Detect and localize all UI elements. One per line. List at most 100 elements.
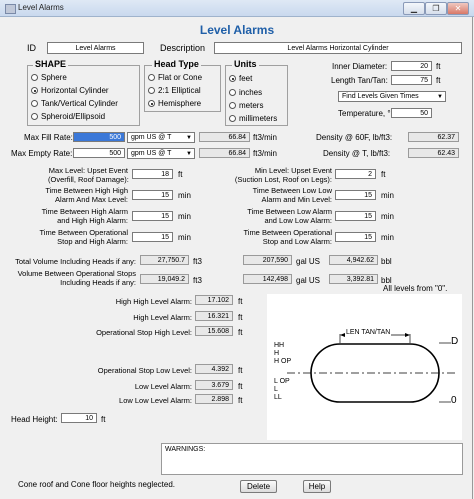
app-icon <box>5 4 16 14</box>
hhl-unit: ft <box>238 297 243 306</box>
total-volume-gal: 207,590 <box>243 255 292 265</box>
density-60-label: Density @ 60F, lb/ft3: <box>316 133 393 142</box>
ll-unit: ft <box>238 382 243 391</box>
units-inches-radio[interactable] <box>229 89 236 96</box>
max-level-input[interactable]: 18 <box>132 169 173 179</box>
lll-label: Low Low Level Alarm: <box>119 396 192 405</box>
max-empty-label: Max Empty Rate: <box>11 149 73 158</box>
description-label: Description <box>160 43 206 53</box>
op-volume-gal-unit: gal US <box>296 276 321 285</box>
shape-option-tank[interactable]: Tank/Vertical Cylinder <box>41 99 118 108</box>
t-h-hh-input[interactable]: 15 <box>132 211 173 221</box>
shape-tank-radio[interactable] <box>31 100 38 107</box>
density-60-value: 62.37 <box>408 132 459 142</box>
shape-option-sphere[interactable]: Sphere <box>41 73 67 82</box>
hl-value: 16.321 <box>195 311 233 321</box>
max-empty-unit-value: gpm US @ T <box>131 150 172 157</box>
calc-mode-value: Find Levels Given Times <box>342 93 419 100</box>
head-flat-radio[interactable] <box>148 74 155 81</box>
title-bar: Level Alarms ▁ ❐ ✕ <box>0 0 474 17</box>
t-hh-max-input[interactable]: 15 <box>132 190 173 200</box>
max-empty-conv-unit: ft3/min <box>253 149 278 158</box>
head-option-hemisphere[interactable]: Hemisphere <box>158 99 201 108</box>
head-option-elliptical[interactable]: 2:1 Elliptical <box>158 86 201 95</box>
t-l-ll-label: Time Between Low Alarm and Low Low Alarm: <box>247 207 332 225</box>
minimize-icon[interactable]: ▁ <box>403 2 425 15</box>
density-t-label: Density @ T, lb/ft3: <box>323 149 391 158</box>
op-volume-bbl: 3,392.81 <box>329 274 378 284</box>
shape-sphere-radio[interactable] <box>31 74 38 81</box>
head-elliptical-radio[interactable] <box>148 87 155 94</box>
max-empty-unit-select[interactable]: gpm US @ T ▼ <box>127 148 195 159</box>
close-icon[interactable]: ✕ <box>447 2 469 15</box>
max-empty-input[interactable]: 500 <box>73 148 125 158</box>
shape-option-horizontal-cylinder[interactable]: Horizontal Cylinder <box>41 86 109 95</box>
max-fill-unit-value: gpm US @ T <box>131 134 172 141</box>
op-volume-ft3: 19,049.2 <box>140 274 189 284</box>
density-t-value: 62.43 <box>408 148 459 158</box>
op-volume-gal: 142,498 <box>243 274 292 284</box>
window-title: Level Alarms <box>18 3 64 12</box>
window-border <box>472 17 473 499</box>
t-l-ll-input[interactable]: 15 <box>335 211 376 221</box>
chevron-down-icon: ▼ <box>186 135 192 141</box>
max-fill-input[interactable]: 500 <box>73 132 125 142</box>
t-op-l-input[interactable]: 15 <box>335 232 376 242</box>
help-button[interactable]: Help <box>303 480 331 493</box>
max-fill-label: Max Fill Rate: <box>24 133 73 142</box>
units-option-millimeters[interactable]: millimeters <box>239 114 277 123</box>
length-tan-unit: ft <box>436 76 441 85</box>
t-op-h-input[interactable]: 15 <box>132 232 173 242</box>
calc-mode-select[interactable]: Find Levels Given Times ▼ <box>338 91 446 102</box>
id-input[interactable]: Level Alarms <box>47 42 144 54</box>
chevron-down-icon: ▼ <box>437 94 443 100</box>
shape-option-spheroid[interactable]: Spheroid/Ellipsoid <box>41 112 105 121</box>
head-type-title: Head Type <box>152 59 201 69</box>
shape-spheroid-radio[interactable] <box>31 113 38 120</box>
shape-title: SHAPE <box>33 59 69 69</box>
inner-diameter-input[interactable]: 20 <box>391 61 432 71</box>
warnings-box[interactable]: WARNINGS: <box>161 443 463 475</box>
t-h-hh-unit: min <box>178 212 191 221</box>
head-option-flat[interactable]: Flat or Cone <box>158 73 202 82</box>
t-ll-min-input[interactable]: 15 <box>335 190 376 200</box>
t-ll-min-label: Time Between Low Low Alarm and Min Level: <box>252 186 332 204</box>
temperature-label: Temperature, °F: <box>338 109 398 118</box>
max-level-label: Max Level: Upset Event (Overfill, Roof Da… <box>48 166 129 184</box>
total-volume-bbl: 4,942.62 <box>329 255 378 265</box>
oll-unit: ft <box>238 366 243 375</box>
restore-icon[interactable]: ❐ <box>425 2 447 15</box>
min-level-input[interactable]: 2 <box>335 169 376 179</box>
min-level-unit: ft <box>381 170 386 179</box>
inner-diameter-label: Inner Diameter: <box>332 62 388 71</box>
ohl-unit: ft <box>238 328 243 337</box>
ll-label: Low Level Alarm: <box>134 382 192 391</box>
units-feet-radio[interactable] <box>229 75 236 82</box>
max-fill-converted: 66.84 <box>199 132 250 142</box>
total-volume-label: Total Volume Including Heads if any: <box>15 257 136 266</box>
warnings-label: WARNINGS: <box>165 446 206 453</box>
units-option-feet[interactable]: feet <box>239 74 252 83</box>
delete-button[interactable]: Delete <box>240 480 277 493</box>
levels-note: All levels from "0". <box>383 284 448 293</box>
len-tan-label: LEN TAN/TAN <box>345 329 392 336</box>
bottom-label: 0 <box>451 395 457 406</box>
ohl-label: Operational Stop High Level: <box>96 328 192 337</box>
description-input[interactable]: Level Alarms Horizontal Cylinder <box>214 42 462 54</box>
length-tan-input[interactable]: 75 <box>391 75 432 85</box>
units-meters-radio[interactable] <box>229 102 236 109</box>
t-hh-max-label: Time Between High High Alarm And Max Leve… <box>45 186 128 204</box>
head-hemisphere-radio[interactable] <box>148 100 155 107</box>
units-millimeters-radio[interactable] <box>229 115 236 122</box>
chevron-down-icon: ▼ <box>186 151 192 157</box>
temperature-input[interactable]: 50 <box>391 108 432 118</box>
units-title: Units <box>232 59 259 69</box>
max-fill-unit-select[interactable]: gpm US @ T ▼ <box>127 132 195 143</box>
tank-diagram: LEN TAN/TAN D 0 HH H H OP L OP L LL <box>267 294 462 440</box>
shape-horizontal-cylinder-radio[interactable] <box>31 87 38 94</box>
units-option-inches[interactable]: inches <box>239 88 262 97</box>
t-hh-max-unit: min <box>178 191 191 200</box>
head-height-input[interactable]: 10 <box>61 413 97 423</box>
hl-unit: ft <box>238 313 243 322</box>
units-option-meters[interactable]: meters <box>239 101 263 110</box>
